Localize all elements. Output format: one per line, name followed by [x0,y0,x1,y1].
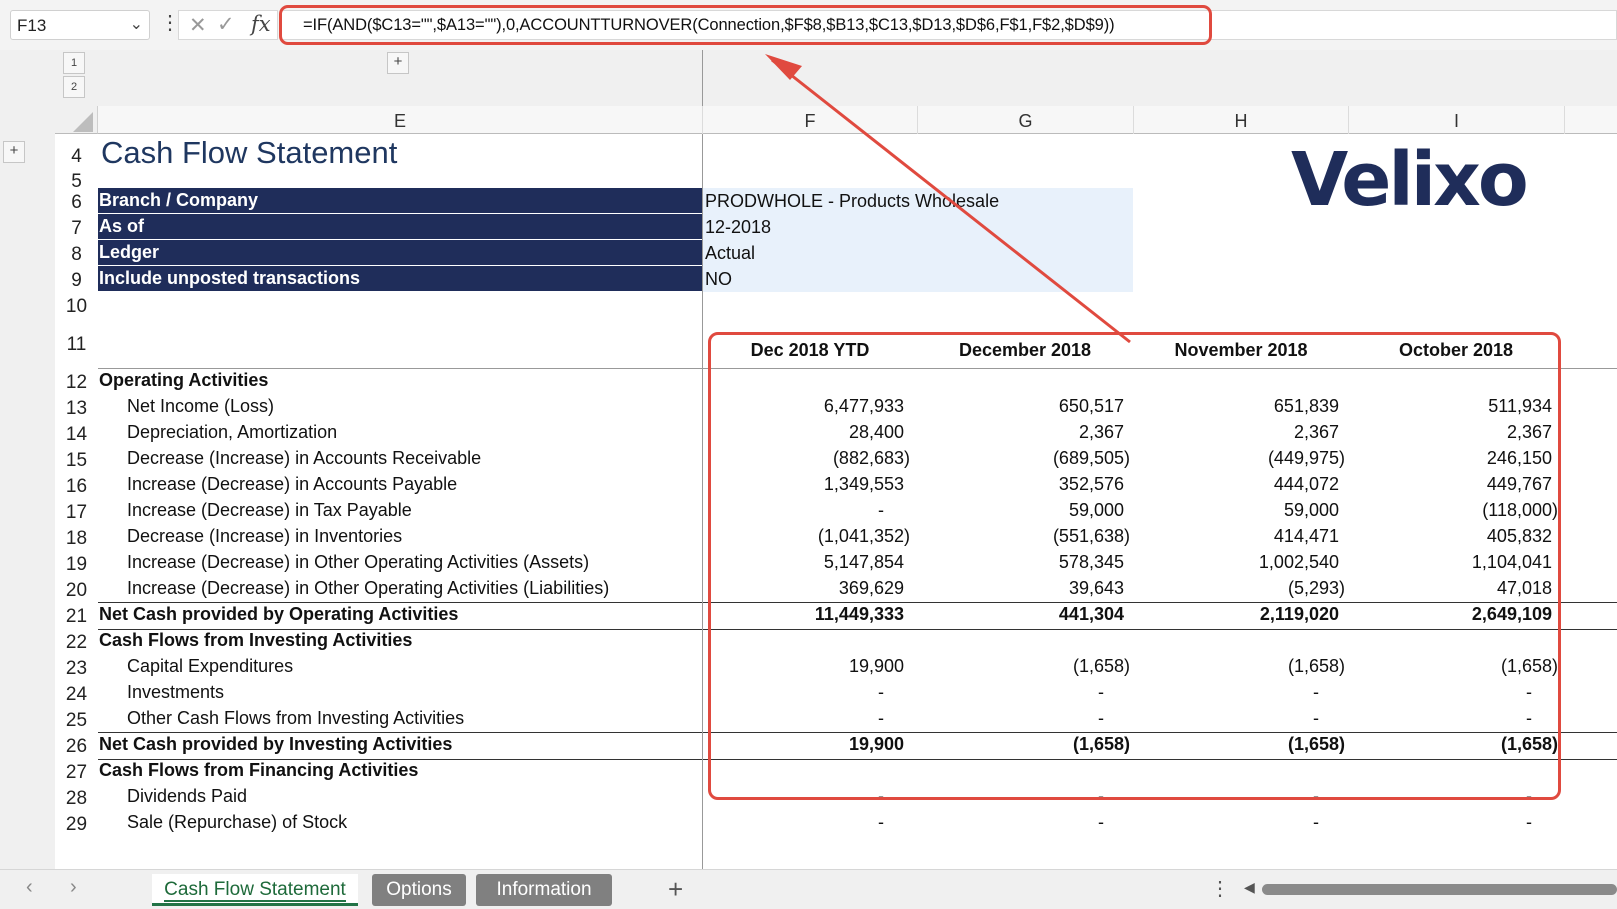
scroll-left-icon[interactable]: ◀ [1244,879,1255,896]
chevron-left-icon[interactable]: ‹ [26,876,33,899]
chevron-right-icon[interactable]: › [70,876,77,899]
sheet-tab-bar: ‹ › Cash Flow Statement Options Informat… [0,869,1617,909]
tab-options[interactable]: Options [372,874,466,906]
tab-label: Cash Flow Statement [164,879,346,902]
tab-information[interactable]: Information [476,874,612,906]
add-sheet-icon[interactable]: + [668,874,683,905]
tab-cash-flow-statement[interactable]: Cash Flow Statement [152,874,358,906]
more-options-icon[interactable]: ⋮ [1210,876,1230,901]
annotation-arrow [765,54,1131,344]
horizontal-scrollbar[interactable] [1262,884,1617,895]
